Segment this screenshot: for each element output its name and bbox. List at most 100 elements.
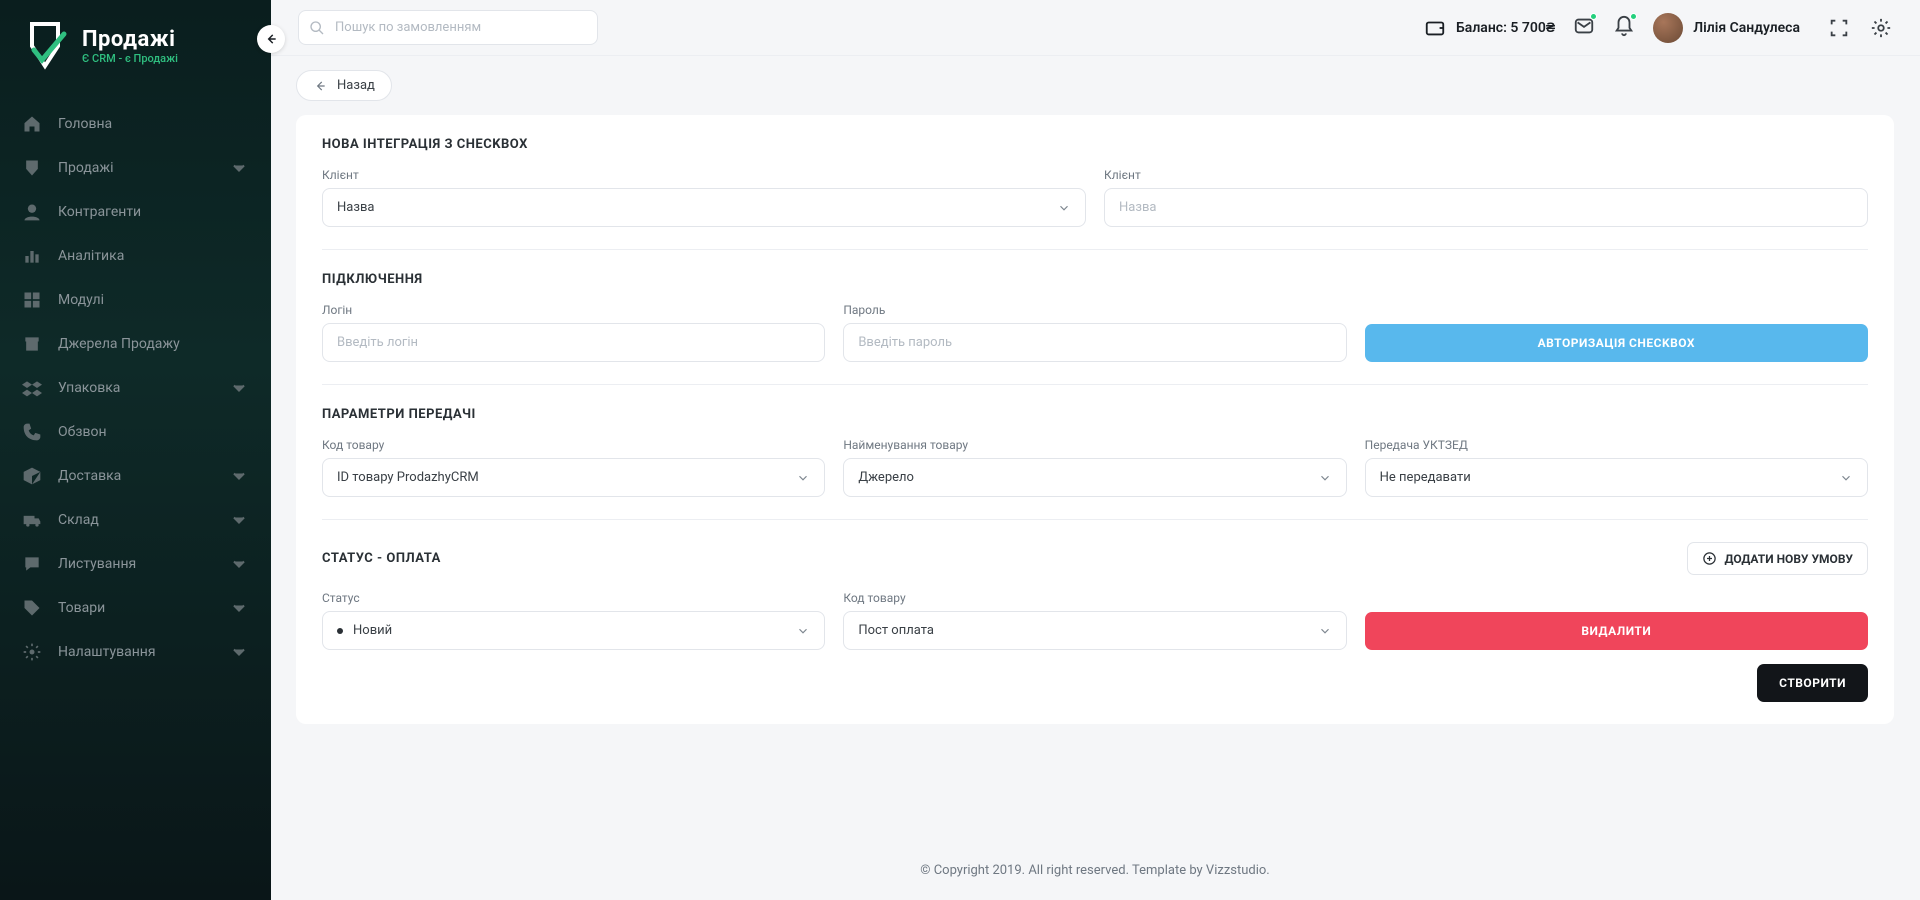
delete-button-wrap: . ВИДАЛИТИ [1365,591,1868,650]
footer-text: © Copyright 2019. All right reserved. Te… [270,849,1920,900]
add-condition-label: ДОДАТИ НОВУ УМОВУ [1725,552,1853,566]
sidebar-item-packaging[interactable]: Упаковка [0,366,271,410]
settings-icon[interactable] [1870,17,1892,39]
notifications-button[interactable] [1613,15,1635,41]
client-select[interactable]: Назва [322,188,1086,227]
chevron-down-icon [229,642,249,662]
search-icon [309,20,325,36]
sidebar-item-analytics[interactable]: Аналітика [0,234,271,278]
sidebar-item-delivery[interactable]: Доставка [0,454,271,498]
messages-button[interactable] [1573,15,1595,41]
chart-bar-icon [22,246,42,266]
sidebar: Продажі Є CRM - є Продажі Головна Продаж… [0,0,271,900]
arrow-left-icon [264,32,278,46]
sidebar-item-label: Товари [58,600,105,616]
user-name: Лілія Сандулеса [1693,20,1800,36]
sidebar-item-label: Налаштування [58,644,156,660]
create-button[interactable]: СТВОРИТИ [1757,664,1868,702]
sidebar-item-label: Упаковка [58,380,120,396]
logo-subtitle: Є CRM - є Продажі [82,52,178,65]
chevron-down-icon [796,471,810,485]
product-code-field: Код товару ID товару ProdazhyCRM [322,438,825,497]
section-status-title: СТАТУС - ОПЛАТА [322,551,441,566]
status-field: Статус Новий [322,591,825,650]
sidebar-item-label: Продажі [58,160,114,176]
uktzed-field: Передача УКТЗЕД Не передавати [1365,438,1868,497]
add-condition-button[interactable]: ДОДАТИ НОВУ УМОВУ [1687,542,1868,575]
login-field: Логін [322,303,825,362]
notification-dot [1590,13,1597,20]
grid-icon [22,290,42,310]
topbar: Баланс: 5 700₴ Лілія Сандулеса [270,0,1920,56]
maximize-icon[interactable] [1828,17,1850,39]
chevron-down-icon [1057,201,1071,215]
sidebar-collapse-button[interactable] [257,25,285,53]
arrow-left-icon [313,79,327,93]
sidebar-item-counterparties[interactable]: Контрагенти [0,190,271,234]
client-select-value: Назва [337,200,374,215]
uktzed-select[interactable]: Не передавати [1365,458,1868,497]
sidebar-item-sales-sources[interactable]: Джерела Продажу [0,322,271,366]
balance-value: 5 700₴ [1510,20,1555,36]
product-code-label: Код товару [322,438,825,452]
sidebar-item-label: Аналітика [58,248,124,264]
phone-icon [22,422,42,442]
product-name-value: Джерело [858,470,914,485]
section-connection-title: ПІДКЛЮЧЕННЯ [322,272,1868,287]
status-value: Новий [353,623,392,638]
search-input[interactable] [298,10,598,45]
status-select[interactable]: Новий [322,611,825,650]
uktzed-value: Не передавати [1380,470,1471,485]
back-button[interactable]: Назад [296,70,392,101]
chevron-down-icon [1318,471,1332,485]
sidebar-item-modules[interactable]: Модулі [0,278,271,322]
logo-area: Продажі Є CRM - є Продажі [0,15,271,102]
client2-label: Клієнт [1104,168,1868,182]
sidebar-item-settings[interactable]: Налаштування [0,630,271,674]
sidebar-item-sales[interactable]: Продажі [0,146,271,190]
password-field: Пароль [843,303,1346,362]
store-icon [22,334,42,354]
truck-icon [22,510,42,530]
integration-card: НОВА ІНТЕГРАЦІЯ З CHECKBOX Клієнт Назва … [296,115,1894,724]
product-code-value: ID товару ProdazhyCRM [337,470,479,485]
sidebar-item-home[interactable]: Головна [0,102,271,146]
product-code-select[interactable]: ID товару ProdazhyCRM [322,458,825,497]
chevron-down-icon [229,598,249,618]
sidebar-item-label: Джерела Продажу [58,336,180,352]
sidebar-item-products[interactable]: Товари [0,586,271,630]
product-code2-value: Пост оплата [858,623,934,638]
delete-button[interactable]: ВИДАЛИТИ [1365,612,1868,650]
sidebar-item-warehouse[interactable]: Склад [0,498,271,542]
login-label: Логін [322,303,825,317]
avatar [1653,13,1683,43]
password-input[interactable] [843,323,1346,362]
client-name-input[interactable] [1104,188,1868,227]
chat-icon [22,554,42,574]
balance-label: Баланс: [1456,20,1507,36]
content: Назад НОВА ІНТЕГРАЦІЯ З CHECKBOX Клієнт … [270,56,1920,849]
sidebar-item-calls[interactable]: Обзвон [0,410,271,454]
client-label: Клієнт [322,168,1086,182]
auth-checkbox-button[interactable]: АВТОРИЗАЦІЯ CHECKBOX [1365,324,1868,362]
login-input[interactable] [322,323,825,362]
chevron-down-icon [229,466,249,486]
chevron-down-icon [1839,471,1853,485]
product-name-select[interactable]: Джерело [843,458,1346,497]
gear-icon [22,642,42,662]
chevron-down-icon [229,378,249,398]
status-label: Статус [322,591,825,605]
arrow-down-box-icon [22,158,42,178]
product-code2-select[interactable]: Пост оплата [843,611,1346,650]
sidebar-item-label: Головна [58,116,112,132]
user-menu[interactable]: Лілія Сандулеса [1653,13,1800,43]
auth-button-wrap: . АВТОРИЗАЦІЯ CHECKBOX [1365,303,1868,362]
client-input-field: Клієнт [1104,168,1868,227]
sidebar-item-label: Листування [58,556,136,572]
sidebar-item-messaging[interactable]: Листування [0,542,271,586]
chevron-down-icon [229,158,249,178]
notification-dot [1630,13,1637,20]
sidebar-item-label: Склад [58,512,99,528]
password-label: Пароль [843,303,1346,317]
balance: Баланс: 5 700₴ [1424,17,1555,39]
